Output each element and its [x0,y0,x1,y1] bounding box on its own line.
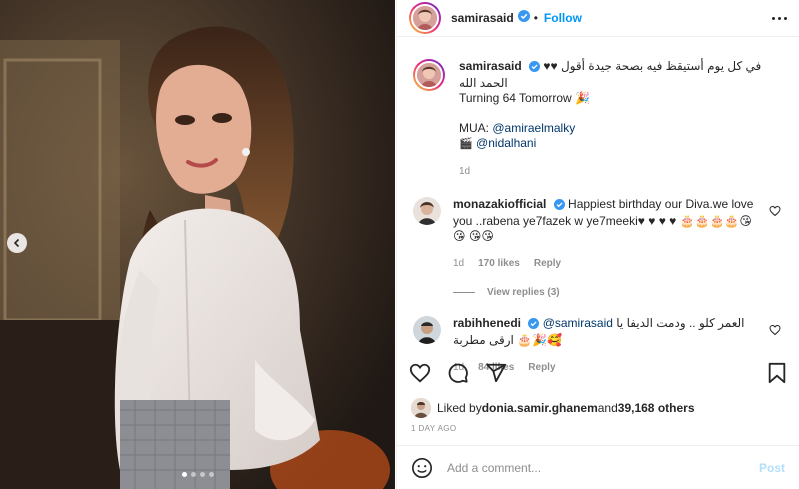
commenter-avatar[interactable] [413,197,441,225]
carousel-dot [190,472,196,477]
add-comment-bar: Post [397,445,799,489]
post-image [0,0,395,489]
save-bookmark-icon[interactable] [767,362,787,384]
chevron-left-icon [13,238,20,248]
author-avatar[interactable] [409,2,441,34]
header-separator: • [533,11,538,25]
comments-list[interactable]: samirasaid ♥♥ في كل يوم أستيقظ فيه بصحة … [397,37,799,389]
caption-avatar[interactable] [413,59,445,91]
share-paper-plane-icon[interactable] [485,362,507,384]
follow-button[interactable]: Follow [544,11,582,25]
likes-prefix: Liked by [437,401,482,415]
emoji-icon[interactable] [411,457,433,479]
likes-summary: Liked by donia.samir.ghanem and 39,168 o… [411,398,695,418]
add-comment-input[interactable] [445,459,759,476]
likes-and: and [597,401,618,415]
post-actions-bar [409,362,787,384]
like-comment-heart-icon[interactable] [769,324,781,336]
post-date[interactable]: 1 DAY AGO [411,424,457,433]
comment-bubble-icon[interactable] [447,362,469,384]
post-details-panel: samirasaid • Follow samirasaid ♥♥ في كل … [396,0,799,489]
carousel-indicator [0,472,395,477]
post-caption: samirasaid ♥♥ في كل يوم أستيقظ فيه بصحة … [413,37,783,179]
like-comment-heart-icon[interactable] [769,205,781,217]
caption-timestamp[interactable]: 1d [459,164,783,179]
carousel-dot [199,472,205,477]
liker-avatar[interactable] [411,398,431,418]
verified-badge-icon [529,61,541,76]
likes-others-link[interactable]: 39,168 others [618,401,695,415]
clapper-icon: 🎬 [459,138,473,150]
more-options-icon[interactable] [772,16,787,20]
commenter-avatar[interactable] [413,316,441,344]
comment-likes[interactable]: 170 likes [478,256,520,271]
carousel-dot [208,472,214,477]
author-username[interactable]: samirasaid [451,11,514,25]
view-replies-label: View replies (3) [487,287,560,298]
comment-username[interactable]: rabihhenedi [453,316,521,330]
verified-badge-icon [553,199,565,214]
comment-mention-link[interactable]: @samirasaid [543,316,613,330]
post-header: samirasaid • Follow [397,0,799,37]
comment-item: monazakiofficial Happiest birthday our D… [413,197,783,271]
like-heart-icon[interactable] [409,362,431,384]
photographer-mention-link[interactable]: @nidalhani [476,136,536,150]
verified-badge-icon [517,9,530,27]
view-replies-button[interactable]: View replies (3) [453,287,783,298]
carousel-dot [181,472,187,477]
comment-username[interactable]: monazakiofficial [453,197,546,211]
caption-username[interactable]: samirasaid [459,59,522,73]
carousel-prev-button[interactable] [7,233,27,253]
mua-mention-link[interactable]: @amiraelmalky [492,121,575,135]
post-photo[interactable] [0,0,395,489]
post-comment-button[interactable]: Post [759,461,785,475]
mua-label: MUA: [459,121,493,135]
caption-line-2: Turning 64 Tomorrow 🎉 [459,91,590,105]
verified-badge-icon [528,318,540,333]
comment-timestamp[interactable]: 1d [453,256,464,271]
reply-button[interactable]: Reply [534,256,561,271]
liker-username[interactable]: donia.samir.ghanem [482,401,598,415]
